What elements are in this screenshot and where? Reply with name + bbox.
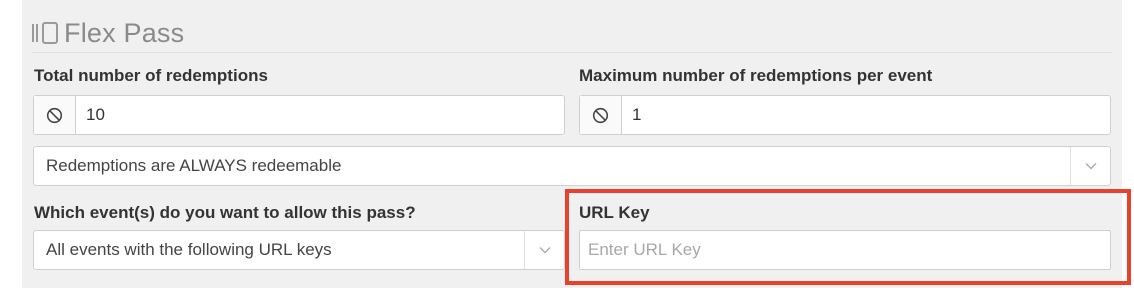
chevron-down-icon[interactable]: [524, 231, 564, 269]
redeemable-selected: Redemptions are ALWAYS redeemable: [46, 156, 342, 175]
ban-icon: [580, 96, 622, 134]
max-per-event-field[interactable]: 1: [579, 95, 1111, 135]
total-redemptions-label: Total number of redemptions: [34, 66, 268, 85]
flex-pass-icon: [32, 22, 58, 44]
redeemable-select[interactable]: Redemptions are ALWAYS redeemable: [33, 146, 1111, 186]
events-label: Which event(s) do you want to allow this…: [34, 203, 416, 222]
max-per-event-label: Maximum number of redemptions per event: [579, 66, 933, 85]
total-redemptions-value[interactable]: 10: [76, 96, 564, 134]
events-select[interactable]: All events with the following URL keys: [33, 230, 565, 270]
section-title: Flex Pass: [64, 17, 185, 48]
total-redemptions-field[interactable]: 10: [33, 95, 565, 135]
section-header: Flex Pass: [32, 14, 1112, 53]
url-key-input[interactable]: [579, 230, 1111, 270]
chevron-down-icon[interactable]: [1070, 147, 1110, 185]
max-per-event-value[interactable]: 1: [622, 96, 1110, 134]
events-selected: All events with the following URL keys: [46, 240, 332, 259]
url-key-label: URL Key: [579, 203, 650, 222]
ban-icon: [34, 96, 76, 134]
